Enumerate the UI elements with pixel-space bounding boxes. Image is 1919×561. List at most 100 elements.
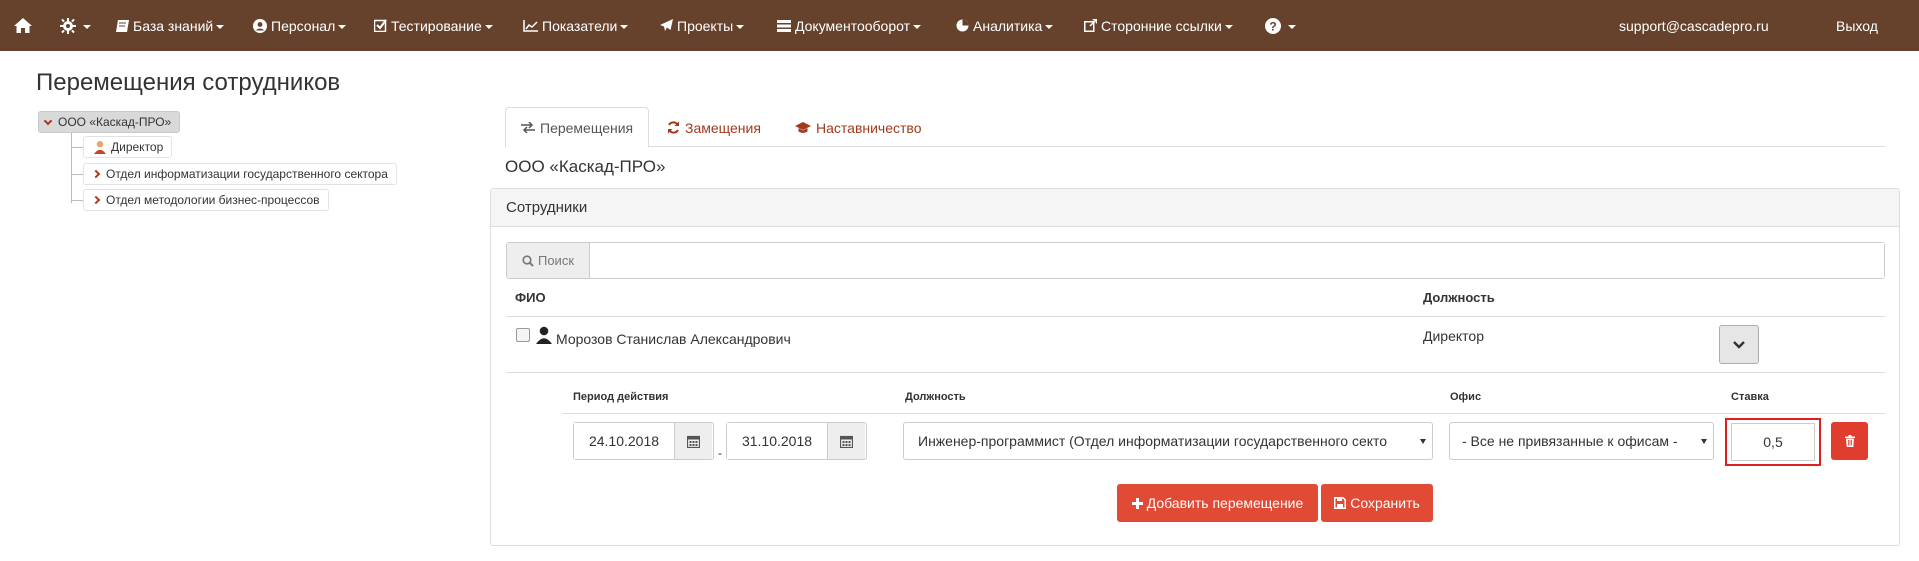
trash-icon [1844, 435, 1855, 447]
save-label: Сохранить [1350, 495, 1420, 511]
user-email[interactable]: support@cascadepro.ru [1619, 0, 1769, 51]
divider [506, 372, 1885, 373]
employee-checkbox[interactable] [516, 328, 530, 342]
nav-external-links[interactable]: Сторонние ссылки [1084, 0, 1233, 51]
user-circle-icon [253, 18, 267, 33]
nav-label: Документооборот [795, 17, 911, 34]
tree-connector [71, 174, 83, 175]
add-movement-button[interactable]: Добавить перемещение [1117, 484, 1318, 522]
date-to-group [726, 422, 867, 460]
chevron-down-icon [1733, 340, 1745, 349]
tree-node-department[interactable]: Отдел информатизации государственного се… [83, 163, 397, 185]
user-icon [535, 326, 553, 344]
settings-menu[interactable] [60, 0, 91, 51]
tree-node-label: Отдел методологии бизнес-процессов [106, 193, 320, 207]
tree-connector [71, 200, 83, 201]
tree-connector [71, 147, 83, 148]
delete-button[interactable] [1831, 422, 1868, 460]
search-input[interactable] [590, 243, 1884, 278]
plus-icon [1131, 497, 1143, 509]
home-icon[interactable] [14, 0, 32, 51]
pie-chart-icon [956, 19, 969, 32]
nav-label: Персонал [271, 17, 336, 34]
graduation-cap-icon [795, 121, 811, 134]
search-icon [522, 254, 534, 267]
caret-down-icon [1701, 439, 1707, 444]
nav-document-flow[interactable]: Документооборот [777, 0, 922, 51]
caret-down-icon [1420, 439, 1426, 444]
tree-node-director[interactable]: Директор [83, 136, 173, 158]
nav-label: Тестирование [391, 17, 482, 34]
nav-label: Показатели [542, 17, 618, 34]
chevron-right-icon [91, 169, 101, 179]
calendar-icon [687, 435, 700, 448]
calendar-button[interactable] [674, 423, 712, 459]
floppy-disk-icon [1334, 497, 1347, 509]
nav-analytics[interactable]: Аналитика [956, 0, 1054, 51]
calendar-icon [840, 435, 853, 448]
subheader-position: Должность [905, 391, 966, 403]
tab-movements[interactable]: Перемещения [505, 107, 650, 148]
search-label: Поиск [537, 253, 575, 268]
divider [506, 316, 1885, 317]
page-title: Перемещения сотрудников [36, 69, 341, 96]
server-icon [777, 19, 791, 32]
svg-text:?: ? [1269, 19, 1276, 33]
tree-root-node[interactable]: ООО «Каскад-ПРО» [38, 111, 181, 133]
divider [562, 413, 1885, 414]
tree-node-label: Отдел информатизации государственного се… [106, 167, 388, 181]
person-icon [93, 140, 107, 154]
org-title: ООО «Каскад-ПРО» [505, 157, 666, 176]
tab-mentoring[interactable]: Наставничество [795, 107, 922, 148]
rate-highlight [1725, 418, 1821, 466]
paper-plane-icon [660, 19, 673, 32]
office-select-value: - Все не привязанные к офисам - [1462, 433, 1678, 449]
chevron-right-icon [91, 195, 101, 205]
nav-knowledge-base[interactable]: База знаний [116, 0, 225, 51]
employee-name: Морозов Станислав Александрович [556, 331, 791, 347]
checkbox-icon [374, 19, 387, 32]
date-from-input[interactable] [574, 423, 674, 459]
tab-substitutions[interactable]: Замещения [667, 107, 761, 148]
nav-label: Сторонние ссылки [1101, 17, 1222, 34]
line-chart-icon [523, 19, 538, 32]
tab-label: Наставничество [816, 119, 922, 136]
subheader-office: Офис [1450, 391, 1482, 403]
calendar-button[interactable] [827, 423, 865, 459]
nav-label: Проекты [677, 17, 734, 34]
save-button[interactable]: Сохранить [1321, 484, 1433, 522]
subheader-rate: Ставка [1731, 391, 1769, 403]
chevron-down-icon [43, 116, 53, 125]
position-select[interactable]: Инженер-программист (Отдел информатизаци… [903, 422, 1433, 460]
nav-label: Аналитика [973, 17, 1043, 34]
rate-input[interactable] [1731, 423, 1815, 461]
tab-label: Перемещения [540, 119, 634, 136]
exchange-icon [521, 122, 535, 133]
tree-node-department[interactable]: Отдел методологии бизнес-процессов [83, 189, 329, 211]
logout-link[interactable]: Выход [1836, 0, 1878, 51]
office-select[interactable]: - Все не привязанные к офисам - [1449, 422, 1714, 460]
date-to-input[interactable] [727, 423, 827, 459]
subheader-period: Период действия [573, 391, 669, 403]
tree-connector [71, 133, 72, 203]
column-header-position: Должность [1423, 290, 1495, 305]
add-movement-label: Добавить перемещение [1146, 495, 1304, 511]
nav-projects[interactable]: Проекты [660, 0, 745, 51]
question-circle-icon: ? [1265, 17, 1281, 34]
nav-label: База знаний [133, 17, 214, 34]
nav-testing[interactable]: Тестирование [374, 0, 493, 51]
nav-indicators[interactable]: Показатели [523, 0, 629, 51]
expand-button[interactable] [1719, 325, 1759, 364]
date-separator: - [718, 446, 722, 460]
help-menu[interactable]: ? [1265, 0, 1296, 51]
tab-label: Замещения [685, 119, 761, 136]
tree-root-label: ООО «Каскад-ПРО» [58, 115, 172, 129]
panel-heading: Сотрудники [491, 189, 1899, 227]
search-addon: Поиск [507, 243, 590, 278]
nav-personnel[interactable]: Персонал [253, 0, 347, 51]
position-select-value: Инженер-программист (Отдел информатизаци… [918, 433, 1388, 449]
tab-bar: Перемещения Замещения Наставничество [505, 107, 1885, 148]
book-icon [116, 19, 129, 32]
refresh-icon [667, 121, 680, 134]
top-navbar: База знаний Персонал Тестирование Показа… [0, 0, 1919, 51]
